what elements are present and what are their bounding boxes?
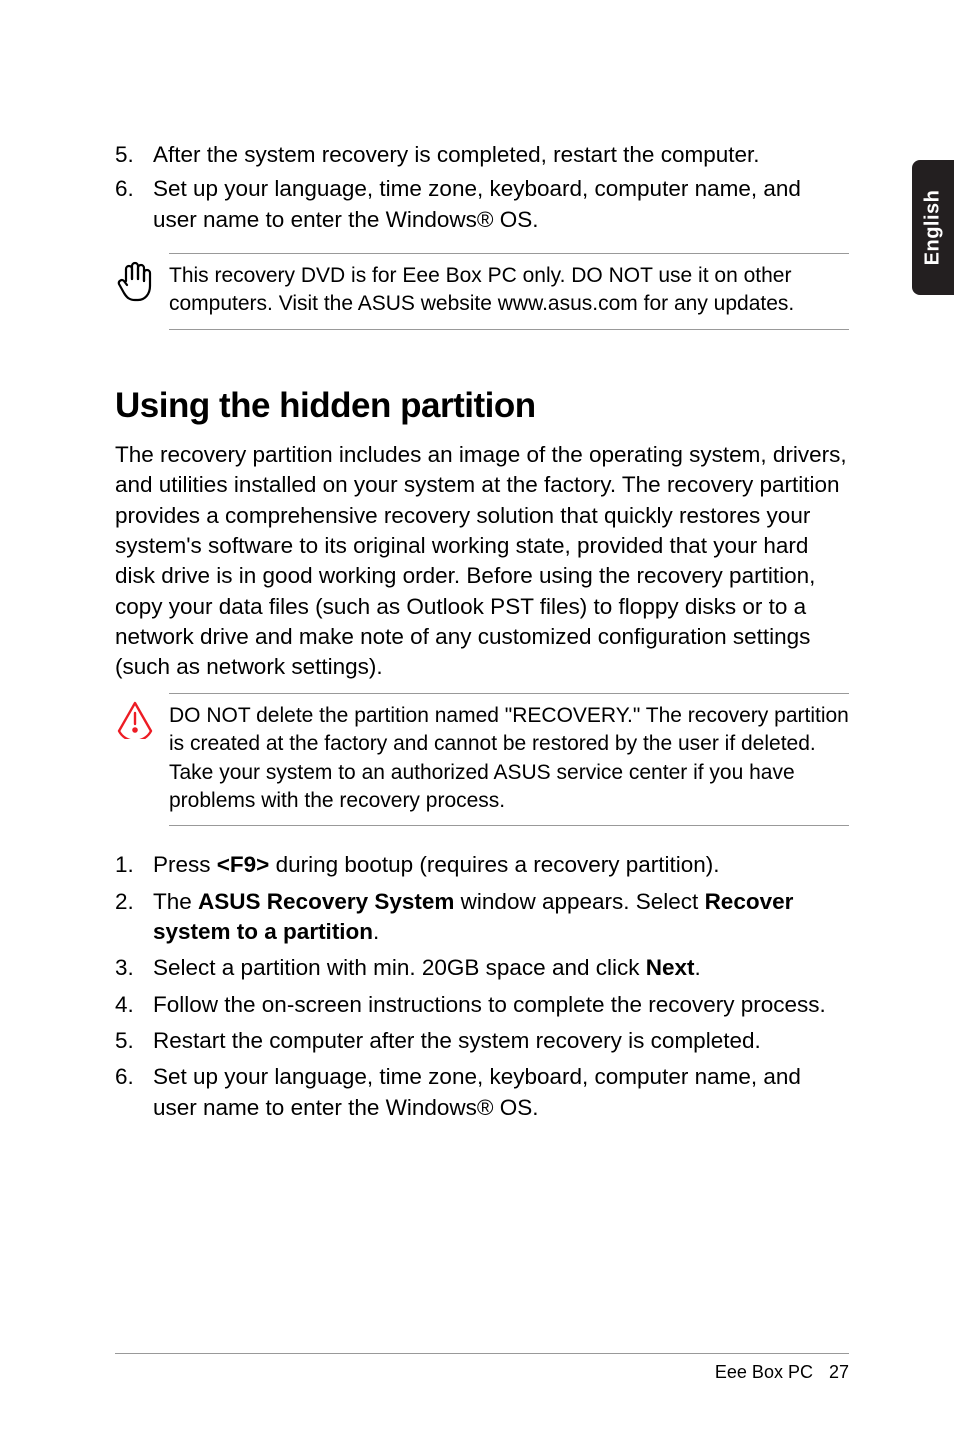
language-tab-label: English [922, 190, 945, 266]
warning-text: DO NOT delete the partition named "RECOV… [169, 693, 849, 826]
bold-term: ASUS Recovery System [198, 889, 454, 914]
list-number: 5. [115, 1026, 153, 1056]
list-item: 5. After the system recovery is complete… [115, 140, 849, 170]
page: English 5. After the system recovery is … [0, 0, 954, 1438]
text-fragment: Select a partition with min. 20GB space … [153, 955, 646, 980]
list-text: Press <F9> during bootup (requires a rec… [153, 850, 720, 880]
list-number: 6. [115, 174, 153, 235]
list-text: Set up your language, time zone, keyboar… [153, 174, 849, 235]
page-footer: Eee Box PC 27 [115, 1353, 849, 1383]
list-number: 4. [115, 990, 153, 1020]
list-text: Follow the on-screen instructions to com… [153, 990, 826, 1020]
list-text: After the system recovery is completed, … [153, 140, 760, 170]
bold-term: Next [646, 955, 695, 980]
list-item: 4. Follow the on-screen instructions to … [115, 990, 849, 1020]
text-fragment: during bootup (requires a recovery parti… [269, 852, 719, 877]
list-item: 6. Set up your language, time zone, keyb… [115, 174, 849, 235]
list-text: Restart the computer after the system re… [153, 1026, 761, 1056]
page-number: 27 [829, 1362, 849, 1383]
list-item: 6. Set up your language, time zone, keyb… [115, 1062, 849, 1123]
list-number: 6. [115, 1062, 153, 1123]
section-heading: Using the hidden partition [115, 386, 849, 426]
footer-product: Eee Box PC [715, 1362, 813, 1383]
intro-paragraph: The recovery partition includes an image… [115, 440, 849, 683]
list-text: Select a partition with min. 20GB space … [153, 953, 701, 983]
text-fragment: . [695, 955, 701, 980]
note-text: This recovery DVD is for Eee Box PC only… [169, 253, 849, 330]
keyboard-key: <F9> [217, 852, 270, 877]
note-block: This recovery DVD is for Eee Box PC only… [115, 253, 849, 330]
warning-block: DO NOT delete the partition named "RECOV… [115, 693, 849, 826]
language-tab: English [912, 160, 954, 295]
list-item: 3. Select a partition with min. 20GB spa… [115, 953, 849, 983]
text-fragment: window appears. Select [454, 889, 704, 914]
text-fragment: . [373, 919, 379, 944]
list-number: 2. [115, 887, 153, 948]
list-number: 1. [115, 850, 153, 880]
continued-list: 5. After the system recovery is complete… [115, 140, 849, 235]
list-number: 3. [115, 953, 153, 983]
list-item: 5. Restart the computer after the system… [115, 1026, 849, 1056]
text-fragment: The [153, 889, 198, 914]
list-text: Set up your language, time zone, keyboar… [153, 1062, 849, 1123]
list-item: 1. Press <F9> during bootup (requires a … [115, 850, 849, 880]
steps-list: 1. Press <F9> during bootup (requires a … [115, 850, 849, 1123]
hand-icon [115, 253, 169, 308]
list-item: 2. The ASUS Recovery System window appea… [115, 887, 849, 948]
list-text: The ASUS Recovery System window appears.… [153, 887, 849, 948]
text-fragment: Press [153, 852, 217, 877]
list-number: 5. [115, 140, 153, 170]
warning-icon [115, 693, 169, 744]
